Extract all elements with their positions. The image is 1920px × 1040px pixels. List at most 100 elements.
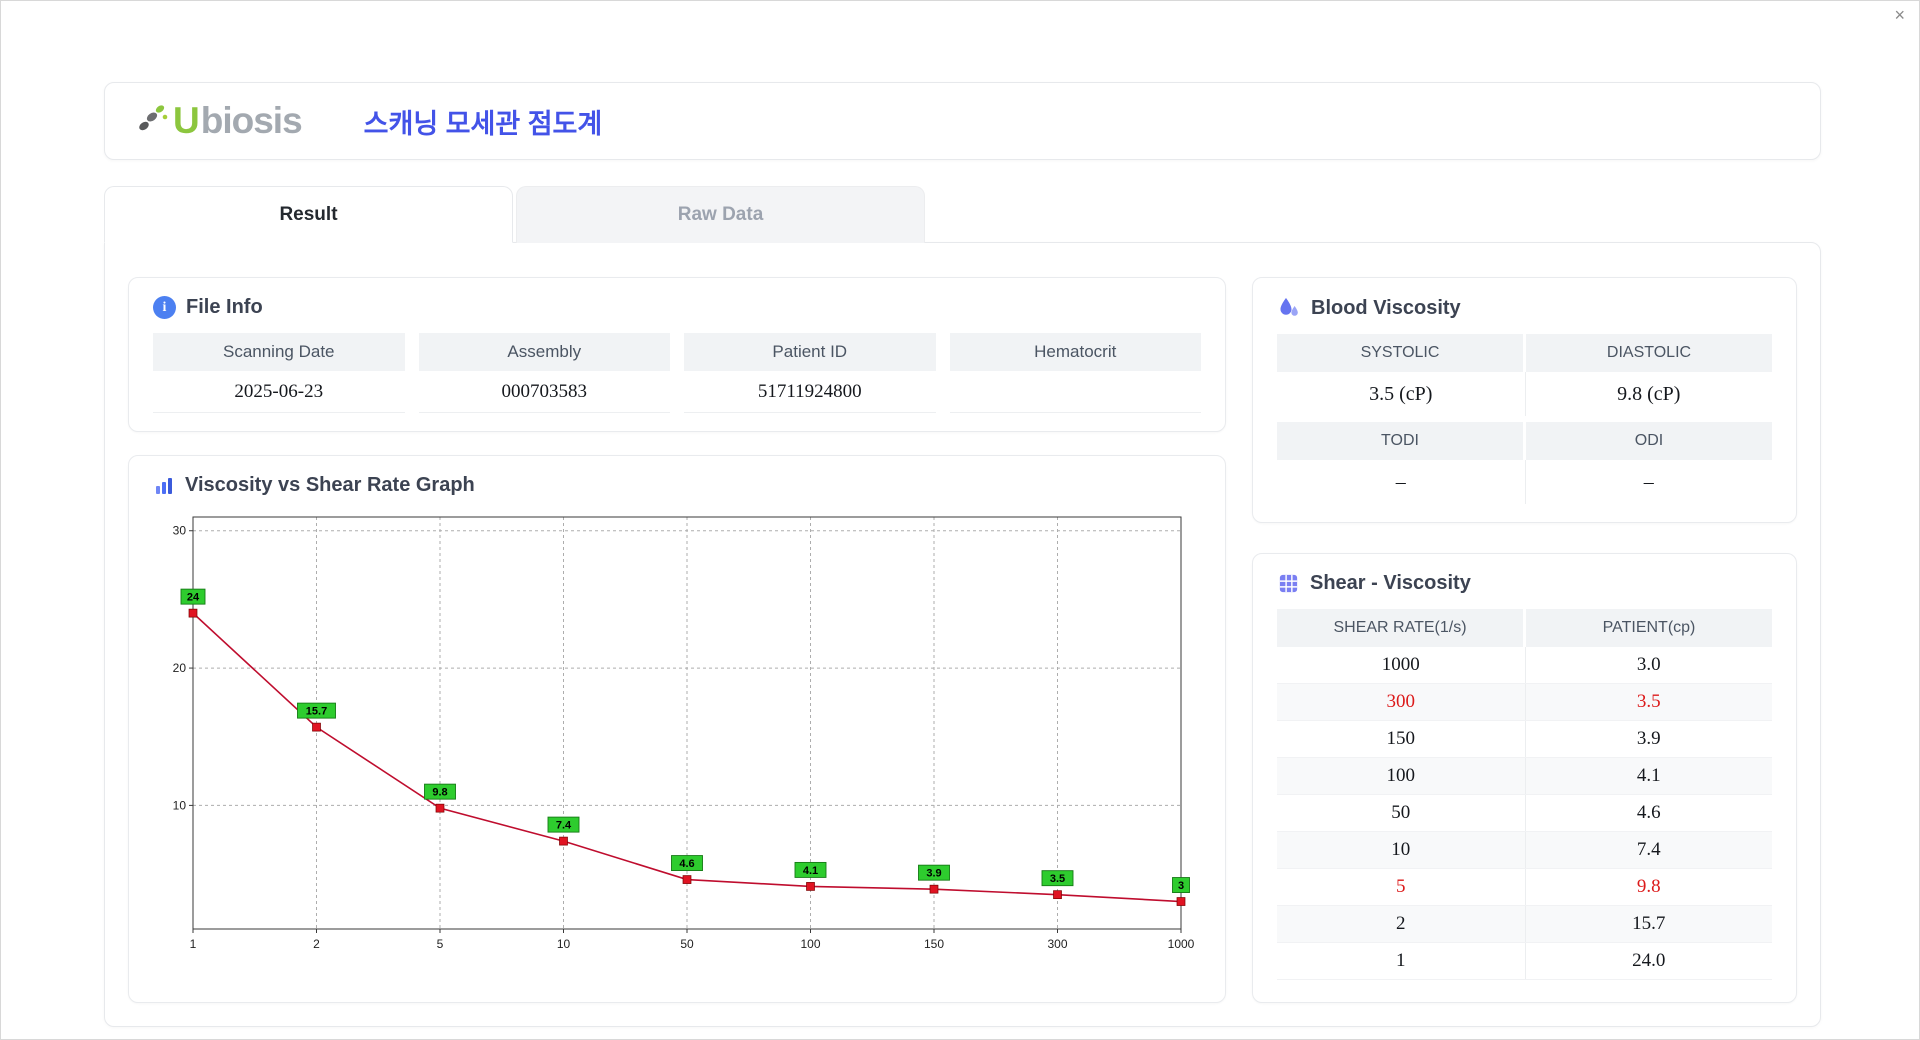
svg-text:24: 24 <box>187 592 200 604</box>
bv-value-row-1: 3.5 (cP) 9.8 (cP) <box>1277 372 1772 416</box>
patient-value-cell: 4.6 <box>1524 795 1773 831</box>
systolic-header: SYSTOLIC <box>1277 334 1523 372</box>
shear-rate-cell: 1 <box>1396 950 1406 971</box>
shear-rate-cell: 2 <box>1396 913 1406 934</box>
bv-header-row-2: TODI ODI <box>1277 422 1772 460</box>
file-info-card: i File Info Scanning Date 2025-06-23 Ass… <box>128 277 1226 432</box>
table-row: 50 4.6 <box>1277 795 1772 832</box>
graph-header: Viscosity vs Shear Rate Graph <box>153 474 1201 497</box>
file-info-title: File Info <box>186 296 263 318</box>
shear-rate-cell: 10 <box>1391 839 1411 860</box>
bar-chart-icon <box>153 475 175 497</box>
shear-rate-cell: 1000 <box>1381 654 1420 675</box>
app-window: × U biosis 스캐닝 모세관 점도계 Result Raw Data i… <box>0 0 1920 1040</box>
patient-value-cell: 3.5 <box>1524 684 1773 720</box>
file-field-label: Assembly <box>418 333 670 371</box>
svg-text:10: 10 <box>173 798 187 812</box>
svg-text:30: 30 <box>173 524 187 538</box>
file-field-label: Hematocrit <box>949 333 1201 371</box>
systolic-value: 3.5 (cP) <box>1369 383 1433 405</box>
table-row: 1000 3.0 <box>1277 647 1772 684</box>
patient-value-cell: 9.8 <box>1524 869 1773 905</box>
blood-viscosity-title: Blood Viscosity <box>1311 296 1461 319</box>
svg-text:10: 10 <box>557 937 571 951</box>
file-field-value: 51711924800 <box>684 371 936 413</box>
svg-text:9.8: 9.8 <box>432 787 447 799</box>
table-row: 300 3.5 <box>1277 684 1772 721</box>
svg-text:3.9: 3.9 <box>926 868 941 880</box>
shear-rate-column-header: SHEAR RATE(1/s) <box>1277 609 1523 647</box>
odi-header: ODI <box>1526 422 1772 460</box>
patient-value-cell: 15.7 <box>1524 906 1773 942</box>
odi-value: – <box>1524 460 1773 504</box>
bv-value-row-2: – – <box>1277 460 1772 504</box>
bv-header-row-1: SYSTOLIC DIASTOLIC <box>1277 334 1772 372</box>
table-grid-icon <box>1277 572 1300 595</box>
file-field-label: Scanning Date <box>153 333 405 371</box>
shear-viscosity-card: Shear - Viscosity SHEAR RATE(1/s) PATIEN… <box>1252 553 1797 1003</box>
file-info-header: i File Info <box>153 296 1201 319</box>
svg-text:4.1: 4.1 <box>803 865 818 877</box>
table-row: 1 24.0 <box>1277 943 1772 980</box>
svg-text:3.5: 3.5 <box>1050 873 1065 885</box>
close-icon[interactable]: × <box>1894 5 1905 25</box>
svg-text:3: 3 <box>1178 880 1184 892</box>
svg-text:50: 50 <box>680 937 694 951</box>
file-info-field: Assembly 000703583 <box>418 333 670 413</box>
file-info-field: Scanning Date 2025-06-23 <box>153 333 405 413</box>
svg-text:300: 300 <box>1047 937 1067 951</box>
right-column: Blood Viscosity SYSTOLIC DIASTOLIC 3.5 (… <box>1252 277 1797 1003</box>
patient-value-cell: 3.0 <box>1524 647 1773 683</box>
shear-rate-cell: 5 <box>1396 876 1406 897</box>
svg-text:1000: 1000 <box>1168 937 1195 951</box>
viscosity-chart: 1 2 5 10 50 100 150 300 1000 10 20 30 24 15.7 9.8 7.4 4.… <box>173 516 1195 951</box>
file-info-field: Hematocrit <box>949 333 1201 413</box>
app-title: 스캐닝 모세관 점도계 <box>363 108 603 139</box>
tab-result[interactable]: Result <box>104 186 513 243</box>
content-panel: i File Info Scanning Date 2025-06-23 Ass… <box>104 242 1821 1027</box>
tab-raw-data[interactable]: Raw Data <box>516 186 925 243</box>
blood-viscosity-header: Blood Viscosity <box>1277 296 1772 320</box>
patient-value-cell: 3.9 <box>1524 721 1773 757</box>
app-root: U biosis 스캐닝 모세관 점도계 Result Raw Data i F… <box>104 82 1821 1027</box>
shear-table-header: SHEAR RATE(1/s) PATIENT(cp) <box>1277 609 1772 647</box>
leaf-dots-icon <box>139 105 168 131</box>
graph-card: Viscosity vs Shear Rate Graph 1 2 5 10 50 100… <box>128 455 1226 1003</box>
shear-viscosity-title: Shear - Viscosity <box>1310 572 1471 594</box>
table-row: 5 9.8 <box>1277 869 1772 906</box>
ubiosis-logo: U biosis <box>135 100 303 142</box>
diastolic-header: DIASTOLIC <box>1526 334 1772 372</box>
table-row: 100 4.1 <box>1277 758 1772 795</box>
logo-text-u: U <box>173 100 200 141</box>
svg-text:5: 5 <box>437 937 444 951</box>
shear-rate-cell: 50 <box>1391 802 1411 823</box>
todi-value: – <box>1395 471 1406 493</box>
blood-viscosity-card: Blood Viscosity SYSTOLIC DIASTOLIC 3.5 (… <box>1252 277 1797 523</box>
svg-text:100: 100 <box>800 937 820 951</box>
file-field-label: Patient ID <box>684 333 936 371</box>
svg-text:20: 20 <box>173 661 187 675</box>
graph-title: Viscosity vs Shear Rate Graph <box>185 474 475 496</box>
file-field-value: 000703583 <box>418 371 670 413</box>
shear-rate-cell: 100 <box>1386 765 1416 786</box>
file-field-value <box>949 371 1201 413</box>
tab-bar: Result Raw Data <box>104 186 1821 243</box>
shear-viscosity-header: Shear - Viscosity <box>1277 572 1772 595</box>
table-row: 150 3.9 <box>1277 721 1772 758</box>
shear-rate-cell: 150 <box>1386 728 1416 749</box>
patient-column-header: PATIENT(cp) <box>1526 609 1772 647</box>
left-column: i File Info Scanning Date 2025-06-23 Ass… <box>128 277 1226 1003</box>
patient-value-cell: 24.0 <box>1524 943 1773 979</box>
logo-text-biosis: biosis <box>200 100 303 141</box>
svg-text:4.6: 4.6 <box>679 858 694 870</box>
table-row: 2 15.7 <box>1277 906 1772 943</box>
shear-table-body: 1000 3.0 300 3.5 150 3.9 100 4.1 50 4.6 … <box>1277 647 1772 980</box>
shear-rate-cell: 300 <box>1386 691 1416 712</box>
todi-header: TODI <box>1277 422 1523 460</box>
file-info-field: Patient ID 51711924800 <box>684 333 936 413</box>
svg-text:15.7: 15.7 <box>306 706 327 718</box>
patient-value-cell: 7.4 <box>1524 832 1773 868</box>
file-field-value: 2025-06-23 <box>153 371 405 413</box>
blood-viscosity-table: SYSTOLIC DIASTOLIC 3.5 (cP) 9.8 (cP) TOD… <box>1277 334 1772 504</box>
table-row: 10 7.4 <box>1277 832 1772 869</box>
